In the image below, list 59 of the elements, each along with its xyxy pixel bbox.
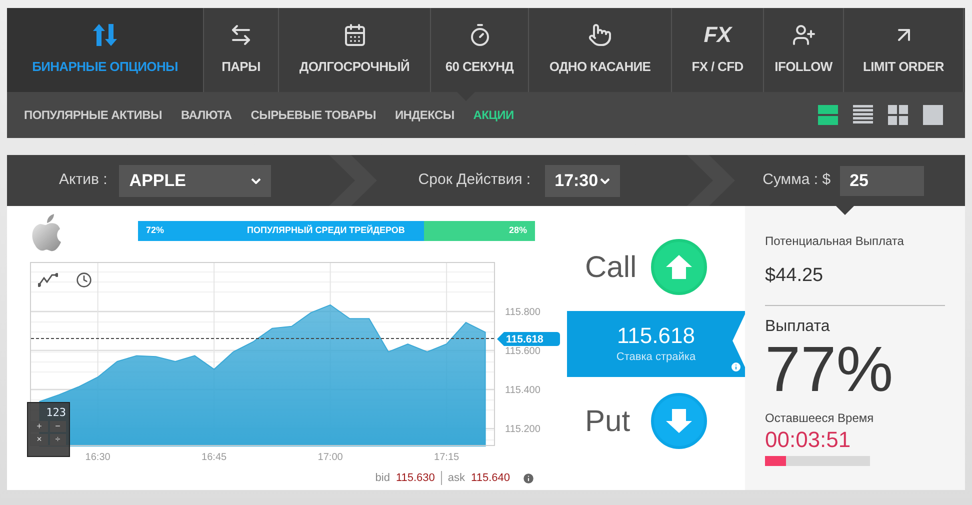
calculator-widget[interactable]: 123 + − × ÷ [27, 402, 70, 457]
x-axis-label: 17:15 [434, 452, 460, 463]
payout-label: Выплата [765, 316, 831, 336]
x-axis-label: 16:45 [202, 452, 227, 463]
y-axis-label: 115.200 [505, 424, 540, 435]
up-down-arrows-icon [92, 24, 118, 46]
put-share: 28% [508, 224, 527, 238]
potential-payout: $44.25 [765, 264, 824, 288]
rows-view-button[interactable] [818, 105, 838, 125]
category-tab[interactable]: ВАЛЮТА [180, 106, 232, 124]
time-left-label: Оставшееся Время [765, 410, 875, 426]
category-tab[interactable]: АКЦИИ [473, 106, 514, 124]
payout-percent: 77% [765, 338, 894, 398]
calculator-key[interactable]: − [50, 421, 66, 432]
calendar-icon [342, 23, 366, 48]
y-axis-label: 115.800 [505, 306, 540, 318]
calculator-key[interactable]: ÷ [50, 434, 66, 445]
strike-price: 115.618 [617, 322, 695, 349]
y-axis-label: 115.400 [505, 384, 540, 396]
expiry-label: Срок Действия : [418, 170, 531, 190]
user-plus-icon [792, 23, 816, 48]
swap-arrows-icon [229, 23, 253, 48]
category-tab[interactable]: ПОПУЛЯРНЫЕ АКТИВЫ [24, 106, 162, 124]
chevron-down-icon [251, 178, 262, 184]
asset-dropdown[interactable]: APPLE [119, 164, 272, 196]
ask-label: ask [448, 471, 466, 486]
x-axis-label: 17:00 [318, 452, 343, 463]
up-arrow-icon [666, 255, 692, 279]
calculator-display: 123 [45, 406, 66, 419]
ask-price: 115.640 [471, 471, 510, 486]
time-left: 00:03:51 [765, 426, 852, 452]
amount-label: Сумма : $ [762, 170, 831, 190]
call-label: Call [585, 250, 638, 286]
asset-label: Актив : [59, 170, 108, 190]
potential-payout-label: Потенциальная Выплата [765, 233, 905, 250]
line-chart-icon [38, 273, 58, 287]
nav-tab[interactable]: БИНАРНЫЕ ОПЦИОНЫ [7, 8, 204, 92]
category-tab[interactable]: ИНДЕКСЫ [394, 106, 454, 124]
info-icon[interactable] [730, 361, 742, 373]
call-share: 72% [146, 224, 164, 238]
y-axis-label: 115.600 [505, 346, 540, 357]
pointing-hand-icon [588, 23, 612, 48]
bid-label: bid [375, 471, 390, 486]
grid-view-button[interactable] [888, 105, 908, 125]
down-arrow-icon [666, 409, 692, 433]
bid-price: 115.630 [396, 471, 435, 486]
strike-label: Ставка страйка [616, 350, 696, 365]
category-tab[interactable]: СЫРЬЕВЫЕ ТОВАРЫ [250, 106, 376, 124]
list-view-button[interactable] [853, 105, 873, 125]
expiry-dropdown[interactable]: 17:30 [544, 164, 620, 196]
amount-field[interactable]: 25 [840, 166, 924, 196]
chevron-down-icon [600, 178, 610, 184]
apple-icon [30, 214, 62, 252]
put-label: Put [585, 404, 632, 440]
clock-icon[interactable] [76, 272, 92, 288]
x-axis-label: 16:30 [85, 452, 110, 463]
popularity-title: ПОПУЛЯРНЫЙ СРЕДИ ТРЕЙДЕРОВ [247, 224, 405, 238]
price-tag: 115.618 [497, 332, 560, 346]
fx-label: FX [704, 23, 732, 48]
